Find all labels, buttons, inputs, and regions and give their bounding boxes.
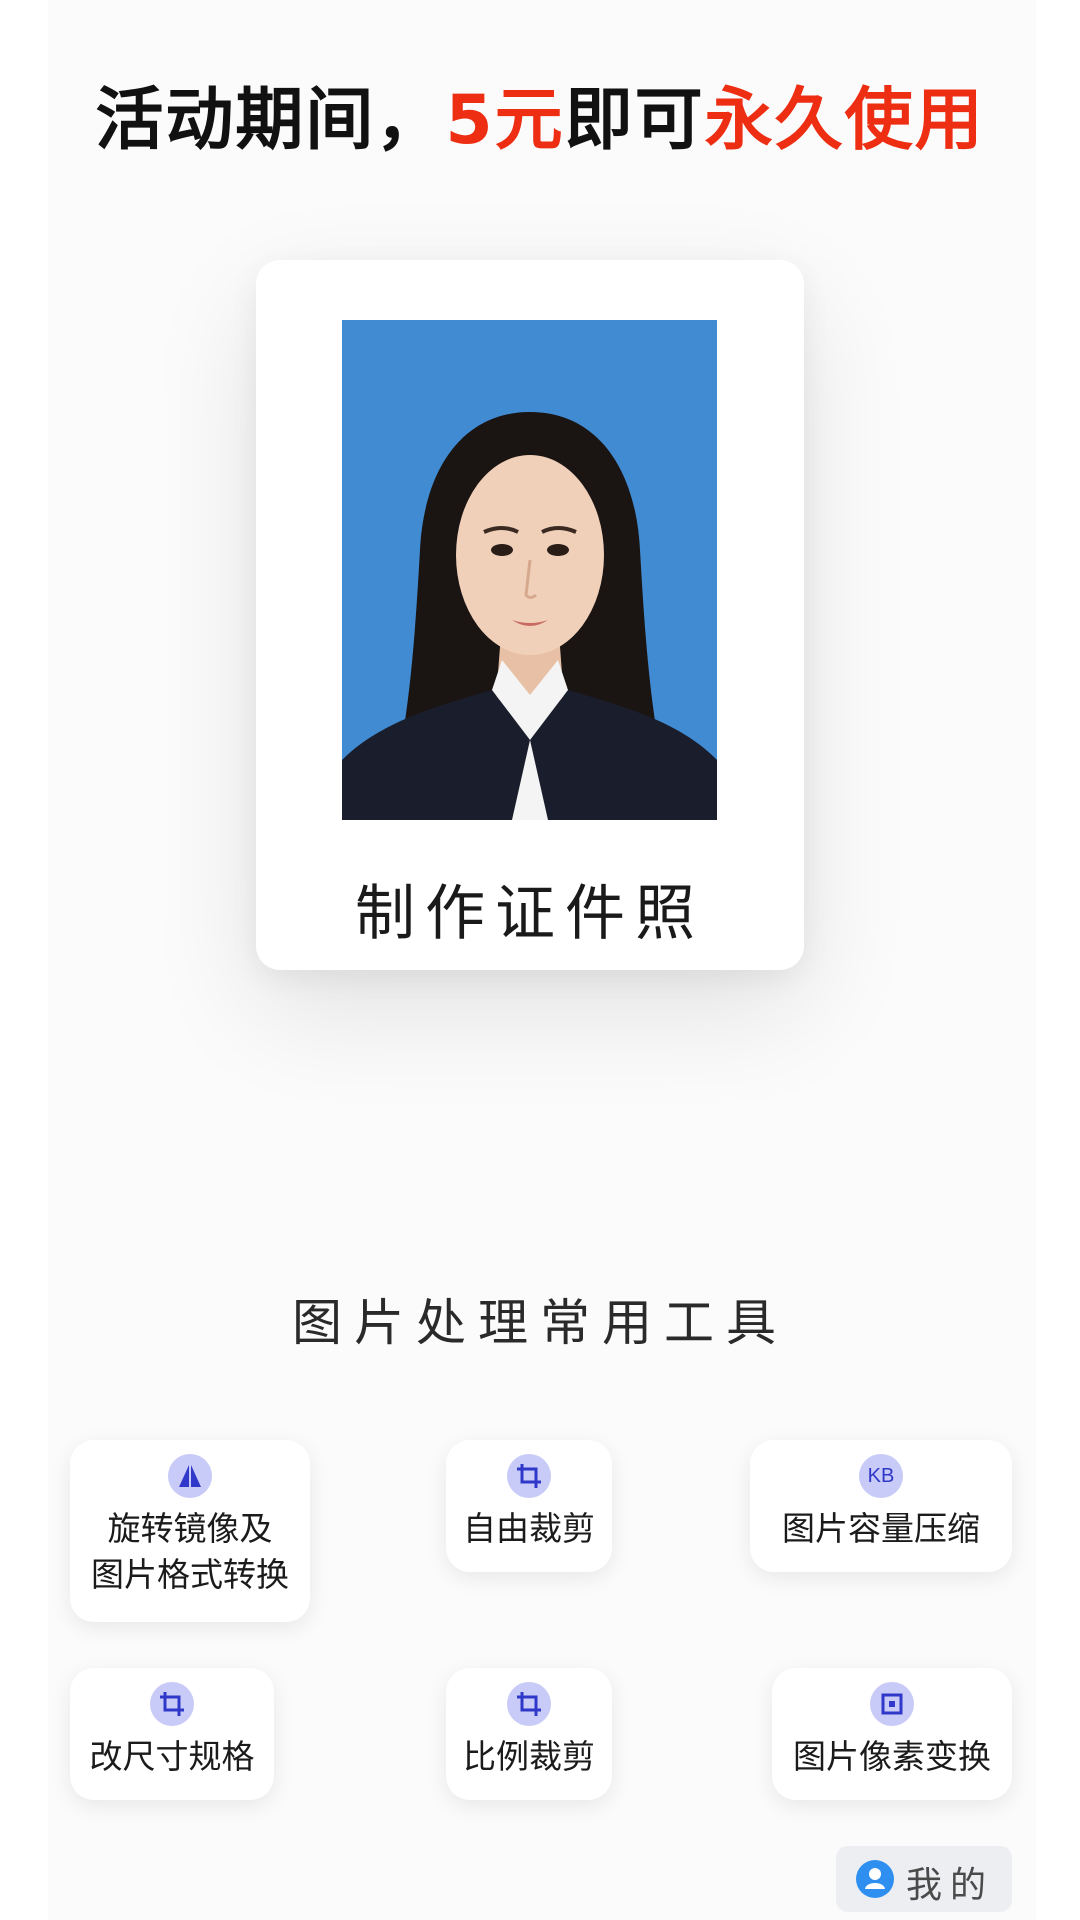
- pixel-icon: [870, 1682, 914, 1726]
- promo-text-2: 即可: [564, 81, 705, 160]
- kb-icon-text: KB: [867, 1465, 895, 1487]
- tool-pixel-transform[interactable]: 图片像素变换: [772, 1668, 1012, 1800]
- mine-button[interactable]: 我的: [836, 1846, 1012, 1912]
- tool-label: 改尺寸规格: [89, 1737, 255, 1776]
- kb-icon: KB: [859, 1454, 903, 1498]
- mirror-icon: [168, 1454, 212, 1498]
- user-icon: [856, 1860, 894, 1898]
- tool-free-crop[interactable]: 自由裁剪: [446, 1440, 612, 1572]
- promo-text-1: 活动期间，: [95, 81, 446, 160]
- promo-text-3: 永久使用: [704, 81, 985, 160]
- promo-price: 5元: [445, 81, 565, 160]
- tool-label: 图片容量压缩: [782, 1509, 980, 1548]
- crop-icon: [507, 1454, 551, 1498]
- tool-label-line1: 旋转镜像及: [107, 1509, 273, 1548]
- tool-label: 比例裁剪: [463, 1737, 595, 1776]
- tool-rotate-mirror-format[interactable]: 旋转镜像及 图片格式转换: [70, 1440, 310, 1622]
- promo-banner: 活动期间，5元即可永久使用: [0, 64, 1080, 163]
- make-id-photo-label: 制作证件照: [355, 879, 705, 949]
- tool-label: 图片像素变换: [793, 1737, 991, 1776]
- crop-icon: [150, 1682, 194, 1726]
- make-id-photo-card[interactable]: 制作证件照: [256, 260, 804, 970]
- tool-label: 自由裁剪: [463, 1509, 595, 1548]
- tool-ratio-crop[interactable]: 比例裁剪: [446, 1668, 612, 1800]
- tool-resize-spec[interactable]: 改尺寸规格: [70, 1668, 274, 1800]
- tools-section-title: 图片处理常用工具: [292, 1294, 788, 1352]
- tool-compress-size[interactable]: KB 图片容量压缩: [750, 1440, 1012, 1572]
- id-photo-sample: [342, 320, 717, 820]
- crop-icon: [507, 1682, 551, 1726]
- app-page: 活动期间，5元即可永久使用 制作证件照 图片处理常用工具 旋转镜像及 图片格式转…: [0, 0, 1080, 1920]
- mine-label: 我的: [906, 1865, 995, 1906]
- tool-label-line2: 图片格式转换: [91, 1555, 289, 1594]
